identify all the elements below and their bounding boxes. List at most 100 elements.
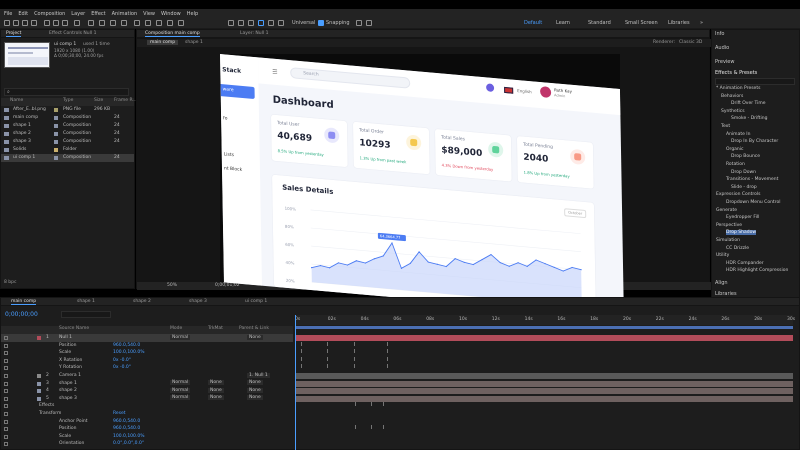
layer-name[interactable]: Transform: [39, 411, 61, 416]
property-row[interactable]: Y Rotation 0x -0.0°: [1, 364, 293, 372]
effect-tree-item[interactable]: Simulation: [716, 238, 740, 243]
camera-move-icon[interactable]: [268, 20, 274, 26]
menu-effect[interactable]: Effect: [91, 11, 105, 17]
visibility-eye-icon[interactable]: [4, 427, 8, 432]
keyframe-icon[interactable]: I: [354, 342, 358, 348]
col-frame-rate[interactable]: Frame R...: [114, 98, 137, 103]
property-value[interactable]: Reset: [113, 411, 126, 416]
label-color-swatch[interactable]: [54, 156, 58, 160]
keyframe-icon[interactable]: I: [327, 342, 331, 348]
layer-row[interactable]: 4 shape 2 Normal None None: [1, 387, 293, 395]
menu-help[interactable]: Help: [187, 11, 198, 17]
playhead[interactable]: [295, 315, 296, 450]
subtab-main-comp[interactable]: main comp: [147, 40, 179, 45]
effect-tree-item[interactable]: Animate In: [726, 132, 750, 137]
col-trkmat[interactable]: TrkMat: [208, 326, 223, 331]
property-row[interactable]: Scale 100.0,100.0%: [1, 349, 293, 357]
tab-composition[interactable]: Composition main comp: [145, 31, 200, 37]
layer-row[interactable]: 2 Camera 1 1. Null 1: [1, 372, 293, 380]
classic-3d-label[interactable]: Classic 3D: [679, 40, 702, 45]
subtab-shape-1[interactable]: shape 1: [185, 40, 203, 45]
workspace-default[interactable]: Default: [524, 20, 542, 26]
property-row[interactable]: Position 960.0,540.0: [1, 425, 293, 433]
visibility-eye-icon[interactable]: [4, 412, 8, 416]
menu-composition[interactable]: Composition: [34, 11, 65, 17]
timeline-timecode[interactable]: 0;00;00;00: [5, 311, 38, 318]
col-parent[interactable]: Parent & Link: [239, 326, 269, 331]
keyframe-icon[interactable]: I: [355, 403, 359, 408]
layer-name[interactable]: shape 2: [59, 388, 77, 393]
project-item[interactable]: After_E..bl.png PNG file 296 KB: [1, 106, 134, 114]
workspace-libraries[interactable]: Libraries: [668, 20, 690, 26]
col-source-name[interactable]: Source Name: [59, 326, 89, 331]
snapping-label[interactable]: Snapping: [326, 20, 350, 26]
menu-window[interactable]: Window: [161, 11, 181, 17]
col-size[interactable]: Size: [94, 98, 103, 103]
label-color-swatch[interactable]: [54, 140, 58, 144]
property-value[interactable]: 960.0,540.0: [113, 426, 140, 431]
effect-tree-item[interactable]: Slide - drop: [731, 185, 757, 190]
camera-select-icon[interactable]: [258, 20, 264, 26]
layer-name[interactable]: Orientation: [59, 441, 84, 446]
layer-name[interactable]: shape 3: [59, 396, 77, 401]
home-icon[interactable]: [4, 20, 10, 26]
timeline-tab[interactable]: main comp: [11, 299, 37, 305]
keyframe-icon[interactable]: I: [301, 342, 305, 348]
keyframe-icon[interactable]: I: [371, 426, 375, 431]
keyframe-icon[interactable]: I: [387, 342, 391, 348]
property-row[interactable]: Orientation 0.0°,0.0°,0.0°: [1, 440, 293, 448]
label-color-swatch[interactable]: [54, 108, 58, 112]
layer-duration-bar[interactable]: [295, 373, 793, 379]
effect-tree-item[interactable]: Utility: [716, 253, 729, 258]
keyframe-icon[interactable]: I: [371, 403, 375, 408]
menu-view[interactable]: View: [143, 11, 155, 17]
project-item[interactable]: shape 2 Composition 24: [1, 130, 134, 138]
keyframe-icon[interactable]: I: [301, 365, 305, 370]
effect-tree-item[interactable]: Behaviors: [721, 94, 743, 99]
effect-tree-item[interactable]: Perspective: [716, 223, 742, 228]
blend-mode-select[interactable]: Normal: [170, 380, 191, 386]
property-row[interactable]: Position 960.0,540.0: [1, 342, 293, 350]
rectangle-tool-icon[interactable]: [99, 20, 105, 26]
effects-presets-tab[interactable]: Effects & Presets: [715, 70, 757, 76]
snap-options-icon[interactable]: [356, 20, 362, 26]
property-row[interactable]: X Rotation 0x -0.0°: [1, 357, 293, 365]
layer-name[interactable]: Y Rotation: [59, 365, 82, 370]
workspace-overflow-icon[interactable]: »: [700, 20, 703, 26]
comp-canvas[interactable]: Stack ware fo Lists nt Block ☰ Search En…: [220, 54, 624, 318]
layer-name[interactable]: Position: [59, 426, 77, 431]
parent-select[interactable]: 1. Null 1: [247, 372, 270, 378]
workspace-small-screen[interactable]: Small Screen: [625, 20, 658, 26]
axis-local-icon[interactable]: [228, 20, 234, 26]
layer-label-color[interactable]: [37, 381, 41, 386]
blend-mode-select[interactable]: Normal: [170, 387, 191, 393]
keyframe-icon[interactable]: I: [354, 350, 358, 355]
timeline-search-input[interactable]: [61, 311, 111, 318]
tab-layer[interactable]: Layer: Null 1: [240, 31, 268, 36]
menu-layer[interactable]: Layer: [71, 11, 85, 17]
keyframe-icon[interactable]: I: [327, 350, 331, 355]
layer-row[interactable]: 3 shape 1 Normal None None: [1, 380, 293, 388]
project-item[interactable]: ui comp 1 Composition 24: [1, 154, 134, 162]
keyframe-icon[interactable]: I: [383, 426, 387, 431]
visibility-eye-icon[interactable]: [4, 389, 8, 394]
property-value[interactable]: 0x -0.0°: [113, 365, 131, 370]
property-value[interactable]: 0x -0.0°: [113, 358, 131, 363]
timeline-tab[interactable]: shape 2: [133, 299, 151, 304]
effect-tree-item[interactable]: HDR Compander: [726, 261, 764, 266]
layer-name[interactable]: Effects: [39, 403, 54, 408]
layer-name[interactable]: Scale: [59, 434, 71, 439]
keyframe-icon[interactable]: I: [387, 357, 391, 363]
axis-world-icon[interactable]: [238, 20, 244, 26]
label-color-swatch[interactable]: [54, 124, 58, 128]
visibility-eye-icon[interactable]: [4, 358, 8, 363]
effect-tree-item[interactable]: Drift Over Time: [731, 101, 766, 106]
visibility-eye-icon[interactable]: [4, 374, 8, 378]
visibility-eye-icon[interactable]: [4, 434, 8, 439]
layer-label-color[interactable]: [37, 396, 41, 401]
visibility-eye-icon[interactable]: [4, 343, 8, 348]
layer-name[interactable]: Camera 1: [59, 373, 81, 378]
tab-project[interactable]: Project: [6, 31, 22, 37]
effect-tree-item[interactable]: Dropdown Menu Control: [726, 200, 780, 205]
visibility-eye-icon[interactable]: [4, 366, 8, 371]
